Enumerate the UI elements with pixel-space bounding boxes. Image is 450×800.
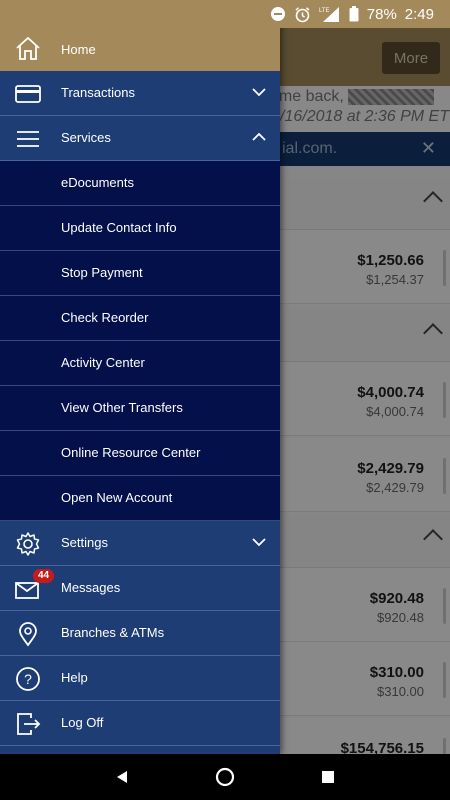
submenu-item-edocuments[interactable]: eDocuments xyxy=(0,161,280,206)
submenu-item-open-new-account[interactable]: Open New Account xyxy=(0,476,280,521)
recents-icon xyxy=(322,771,335,783)
drawer-item-label: Settings xyxy=(61,535,108,550)
back-icon xyxy=(116,771,127,783)
drawer-item-label: Log Off xyxy=(61,715,104,730)
svg-text:?: ? xyxy=(24,671,32,687)
status-bar: LTE 78% 2:49 xyxy=(0,0,450,28)
alarm-icon xyxy=(294,6,311,23)
drawer-item-branches-atms[interactable]: Branches & ATMs xyxy=(0,611,280,656)
submenu-item-label: Open New Account xyxy=(61,490,173,505)
drawer-item-label: Help xyxy=(61,670,88,685)
system-navigation-bar xyxy=(0,754,450,800)
drawer-item-help[interactable]: ? Help xyxy=(0,656,280,701)
drawer-item-transactions[interactable]: Transactions xyxy=(0,71,280,116)
battery-level: 78% xyxy=(366,5,397,23)
drawer-item-label: Home xyxy=(61,42,96,57)
drawer-item-label: Branches & ATMs xyxy=(61,625,165,640)
navigation-drawer: Home Transactions Services eDocuments Up… xyxy=(0,0,280,754)
home-icon xyxy=(14,34,42,62)
submenu-item-stop-payment[interactable]: Stop Payment xyxy=(0,251,280,296)
help-icon: ? xyxy=(14,665,42,693)
submenu-item-label: Activity Center xyxy=(61,355,145,370)
location-pin-icon xyxy=(14,620,42,648)
do-not-disturb-icon xyxy=(270,6,286,22)
submenu-item-check-reorder[interactable]: Check Reorder xyxy=(0,296,280,341)
menu-icon xyxy=(14,125,42,153)
submenu-item-label: Stop Payment xyxy=(61,265,143,280)
submenu-item-label: View Other Transfers xyxy=(61,400,183,415)
submenu-item-label: Check Reorder xyxy=(61,310,149,325)
gear-icon xyxy=(14,530,42,558)
chevron-down-icon xyxy=(251,534,267,550)
battery-icon xyxy=(349,6,359,22)
chevron-up-icon xyxy=(251,129,267,145)
home-circle-icon xyxy=(215,767,235,787)
drawer-item-settings[interactable]: Settings xyxy=(0,521,280,566)
card-icon xyxy=(14,80,42,108)
back-button[interactable] xyxy=(102,757,142,797)
drawer-item-log-off[interactable]: Log Off xyxy=(0,701,280,746)
submenu-item-label: Update Contact Info xyxy=(61,220,177,235)
network-type: LTE xyxy=(319,8,330,14)
chevron-down-icon xyxy=(251,84,267,100)
drawer-item-label: Messages xyxy=(61,580,121,595)
drawer-item-label: Transactions xyxy=(61,85,135,100)
submenu-item-online-resource-center[interactable]: Online Resource Center xyxy=(0,431,280,476)
recents-button[interactable] xyxy=(308,757,348,797)
unread-count-badge: 44 xyxy=(33,569,55,583)
home-button[interactable] xyxy=(205,757,245,797)
drawer-item-services[interactable]: Services xyxy=(0,116,280,161)
signal-icon: LTE xyxy=(319,6,341,22)
submenu-item-label: eDocuments xyxy=(61,175,134,190)
clock: 2:49 xyxy=(404,5,434,23)
submenu-item-view-other-transfers[interactable]: View Other Transfers xyxy=(0,386,280,431)
submenu-item-activity-center[interactable]: Activity Center xyxy=(0,341,280,386)
drawer-item-label: Services xyxy=(61,130,111,145)
submenu-item-update-contact-info[interactable]: Update Contact Info xyxy=(0,206,280,251)
submenu-item-label: Online Resource Center xyxy=(61,445,201,460)
logout-icon xyxy=(14,710,42,738)
drawer-item-messages[interactable]: 44 Messages xyxy=(0,566,280,611)
